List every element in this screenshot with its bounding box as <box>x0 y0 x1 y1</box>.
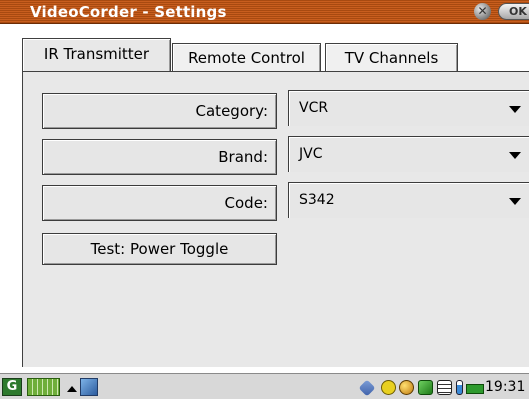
window-title: VideoCorder - Settings <box>30 3 227 21</box>
taskbar: G 19:31 <box>0 373 529 399</box>
category-value: VCR <box>299 100 329 116</box>
category-dropdown[interactable]: VCR <box>288 90 529 126</box>
up-arrow-icon[interactable] <box>67 386 77 392</box>
tab-tv-channels[interactable]: TV Channels <box>325 43 458 72</box>
tab-ir-transmitter[interactable]: IR Transmitter <box>22 38 171 71</box>
dropdown-arrow-icon[interactable] <box>509 152 521 159</box>
code-dropdown[interactable]: S342 <box>288 182 529 218</box>
close-button[interactable]: ✕ <box>474 3 491 20</box>
dropdown-arrow-icon[interactable] <box>509 198 521 205</box>
cube-icon[interactable] <box>418 380 433 395</box>
category-label: Category: <box>42 93 277 129</box>
connection-icon[interactable] <box>466 384 484 394</box>
brand-value: JVC <box>299 146 323 162</box>
clock: 19:31 <box>485 379 526 395</box>
dropdown-arrow-icon[interactable] <box>509 106 521 113</box>
ok-button[interactable]: OK <box>498 3 529 20</box>
brand-label: Brand: <box>42 139 277 175</box>
test-power-toggle-button[interactable]: Test: Power Toggle <box>42 233 277 265</box>
tab-remote-control[interactable]: Remote Control <box>172 43 321 72</box>
notes-icon[interactable] <box>437 380 452 395</box>
code-label: Code: <box>42 185 277 221</box>
code-value: S342 <box>299 192 335 208</box>
screen-icon[interactable] <box>80 378 98 396</box>
brand-dropdown[interactable]: JVC <box>288 136 529 172</box>
pen-icon[interactable] <box>381 380 396 395</box>
keyboard-icon[interactable] <box>27 378 60 396</box>
globe-icon[interactable] <box>399 380 414 395</box>
network-icon[interactable] <box>358 379 376 397</box>
start-menu-icon[interactable]: G <box>2 378 22 396</box>
battery-icon <box>456 380 463 395</box>
title-bar: VideoCorder - Settings ✕ OK <box>0 0 529 24</box>
